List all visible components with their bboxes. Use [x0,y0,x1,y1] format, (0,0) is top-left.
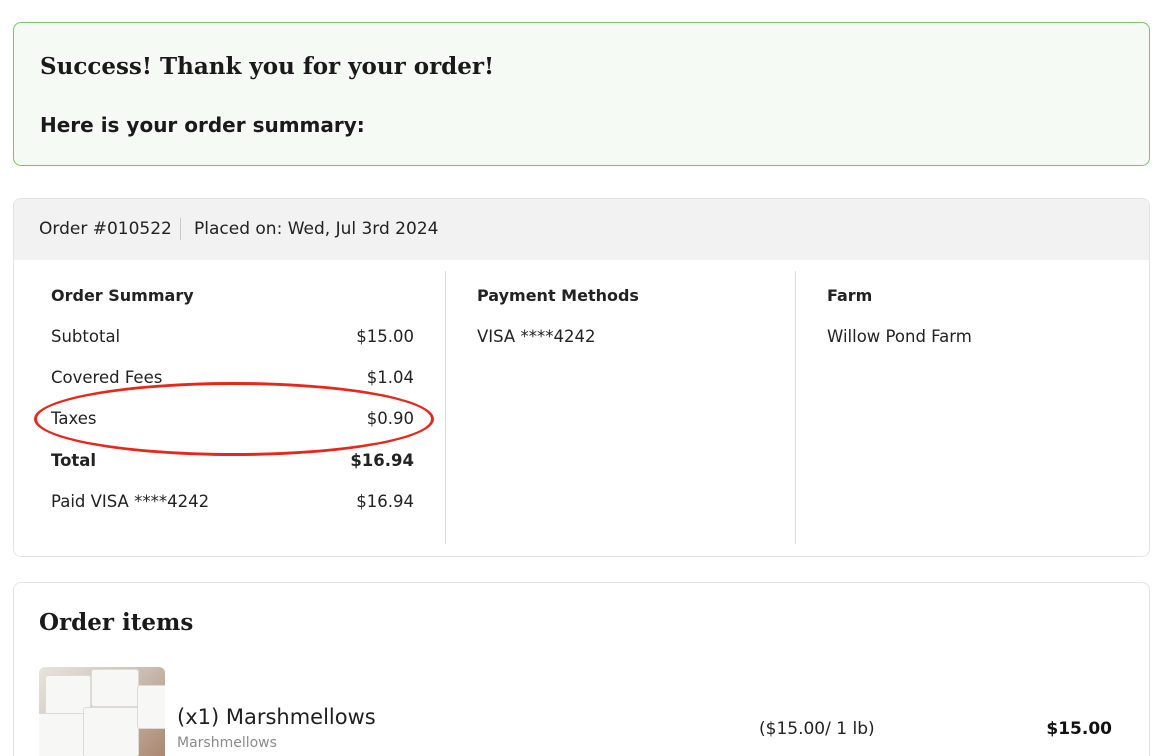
order-placed-date: Placed on: Wed, Jul 3rd 2024 [194,219,439,239]
item-name[interactable]: (x1) Marshmellows [177,705,376,729]
farm-heading: Farm [827,286,873,305]
order-summary-heading: Order Summary [51,286,194,305]
payment-methods-heading: Payment Methods [477,286,639,305]
header-divider [180,218,181,240]
order-number: Order #010522 [39,219,172,239]
column-divider [445,271,446,544]
order-header: Order #010522 Placed on: Wed, Jul 3rd 20… [14,199,1149,260]
subtotal-label: Subtotal [51,327,121,346]
subtotal-value: $15.00 [356,327,414,346]
item-unit-price: ($15.00/ 1 lb) [759,719,875,739]
item-subtitle: Marshmellows [177,735,277,751]
order-items-title: Order items [39,609,194,636]
success-subtitle: Here is your order summary: [40,113,365,137]
taxes-highlight-annotation [34,382,434,456]
order-card: Order #010522 Placed on: Wed, Jul 3rd 20… [13,198,1150,557]
paid-label: Paid VISA ****4242 [51,492,210,511]
item-price: $15.00 [1046,719,1112,739]
total-label: Total [51,451,97,470]
success-title: Success! Thank you for your order! [40,53,495,80]
success-banner: Success! Thank you for your order! Here … [13,22,1150,166]
paid-value: $16.94 [356,492,414,511]
product-image[interactable] [39,667,165,756]
column-divider [795,271,796,544]
payment-method: VISA ****4242 [477,327,596,346]
farm-name[interactable]: Willow Pond Farm [827,327,972,346]
order-items-card: Order items (x1) Marshmellows Marshmello… [13,582,1150,756]
covered-fees-label: Covered Fees [51,368,163,387]
